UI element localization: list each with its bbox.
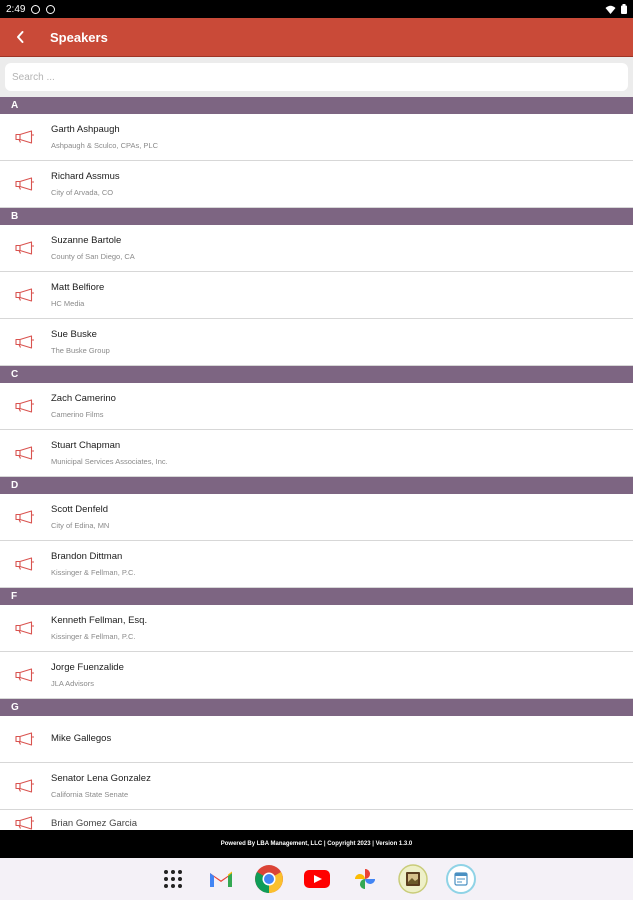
- speaker-name: Zach Camerino: [51, 392, 116, 404]
- chrome-app[interactable]: [253, 863, 285, 895]
- speaker-organization: California State Senate: [51, 789, 129, 799]
- speaker-name: Mike Gallegos: [51, 733, 112, 744]
- status-time: 2:49: [6, 3, 26, 15]
- speaker-list[interactable]: A Garth Ashpaugh Ashpaugh & Sculco, CPAs…: [0, 97, 633, 830]
- speaker-list-item[interactable]: Kenneth Fellman, Esq. Kissinger & Fellma…: [0, 605, 633, 652]
- megaphone-icon: [0, 399, 51, 413]
- speaker-name: Brandon Dittman: [51, 550, 123, 562]
- speaker-list-item[interactable]: Richard Assmus City of Arvada, CO: [0, 161, 633, 208]
- speaker-organization: Kissinger & Fellman, P.C.: [51, 631, 136, 641]
- back-button[interactable]: [0, 18, 40, 57]
- speaker-name: Garth Ashpaugh: [51, 123, 120, 135]
- battery-icon: [621, 4, 627, 14]
- gmail-icon: [209, 871, 232, 887]
- calendar-icon: [445, 864, 476, 894]
- section-header: G: [0, 699, 633, 716]
- app-drawer-button[interactable]: [157, 863, 189, 895]
- speaker-name: Brian Gomez Garcia: [51, 818, 138, 829]
- speaker-organization: Camerino Films: [51, 409, 104, 419]
- megaphone-icon: [0, 130, 51, 144]
- speaker-name: Matt Belfiore: [51, 281, 105, 293]
- speaker-name: Sue Buske: [51, 328, 97, 340]
- speaker-list-item[interactable]: Brandon Dittman Kissinger & Fellman, P.C…: [0, 541, 633, 588]
- speaker-name: Kenneth Fellman, Esq.: [51, 614, 148, 626]
- speaker-list-item[interactable]: Senator Lena Gonzalez California State S…: [0, 763, 633, 810]
- search-input[interactable]: [5, 63, 628, 91]
- photos-app[interactable]: [349, 863, 381, 895]
- speaker-list-item[interactable]: Garth Ashpaugh Ashpaugh & Sculco, CPAs, …: [0, 114, 633, 161]
- chrome-icon: [254, 865, 283, 893]
- section-header: C: [0, 366, 633, 383]
- speaker-list-item[interactable]: Scott Denfeld City of Edina, MN: [0, 494, 633, 541]
- speaker-name: Richard Assmus: [51, 170, 120, 182]
- gallery-app[interactable]: [397, 863, 429, 895]
- megaphone-icon: [0, 668, 51, 682]
- do-not-disturb-icon: [31, 4, 41, 14]
- section-header: B: [0, 208, 633, 225]
- megaphone-icon: [0, 816, 51, 830]
- megaphone-icon: [0, 510, 51, 524]
- page-title: Speakers: [50, 29, 108, 45]
- speaker-organization: County of San Diego, CA: [51, 251, 135, 261]
- megaphone-icon: [0, 446, 51, 460]
- speaker-organization: Ashpaugh & Sculco, CPAs, PLC: [51, 140, 158, 150]
- megaphone-icon: [0, 557, 51, 571]
- megaphone-icon: [0, 177, 51, 191]
- section-header: A: [0, 97, 633, 114]
- megaphone-icon: [0, 732, 51, 746]
- megaphone-icon: [0, 779, 51, 793]
- speaker-list-item[interactable]: Sue Buske The Buske Group: [0, 319, 633, 366]
- speaker-list-item[interactable]: Stuart Chapman Municipal Services Associ…: [0, 430, 633, 477]
- sync-icon: [46, 4, 56, 14]
- speaker-organization: JLA Advisors: [51, 678, 94, 688]
- grid-icon: [163, 870, 182, 888]
- speaker-name: Scott Denfeld: [51, 503, 109, 515]
- youtube-icon: [303, 870, 330, 888]
- megaphone-icon: [0, 335, 51, 349]
- speaker-name: Stuart Chapman: [51, 439, 121, 451]
- youtube-app[interactable]: [301, 863, 333, 895]
- speaker-list-item[interactable]: Zach Camerino Camerino Films: [0, 383, 633, 430]
- footer-credit: Powered By LBA Management, LLC | Copyrig…: [0, 830, 633, 858]
- gmail-app[interactable]: [205, 863, 237, 895]
- speaker-organization: Municipal Services Associates, Inc.: [51, 456, 168, 466]
- speaker-list-item[interactable]: Brian Gomez Garcia: [0, 810, 633, 830]
- section-header: F: [0, 588, 633, 605]
- wifi-icon: [605, 5, 616, 14]
- picture-frame-icon: [397, 864, 428, 894]
- status-bar: 2:49: [0, 0, 633, 18]
- speaker-list-item[interactable]: Matt Belfiore HC Media: [0, 272, 633, 319]
- speaker-list-item[interactable]: Suzanne Bartole County of San Diego, CA: [0, 225, 633, 272]
- megaphone-icon: [0, 621, 51, 635]
- speaker-name: Jorge Fuenzalide: [51, 661, 124, 673]
- chevron-left-icon: [17, 31, 24, 43]
- app-dock: [0, 858, 633, 900]
- app-bar: Speakers: [0, 18, 633, 57]
- section-header: D: [0, 477, 633, 494]
- speaker-list-item[interactable]: Mike Gallegos: [0, 716, 633, 763]
- speaker-organization: City of Edina, MN: [51, 520, 110, 530]
- speaker-list-item[interactable]: Jorge Fuenzalide JLA Advisors: [0, 652, 633, 699]
- speaker-organization: City of Arvada, CO: [51, 187, 114, 197]
- megaphone-icon: [0, 288, 51, 302]
- megaphone-icon: [0, 241, 51, 255]
- calendar-app[interactable]: [445, 863, 477, 895]
- pinwheel-icon: [354, 869, 375, 889]
- speaker-organization: HC Media: [51, 298, 85, 308]
- speaker-name: Suzanne Bartole: [51, 234, 122, 246]
- speaker-name: Senator Lena Gonzalez: [51, 772, 151, 784]
- search-bar: [0, 57, 633, 97]
- speaker-organization: Kissinger & Fellman, P.C.: [51, 567, 136, 577]
- speaker-organization: The Buske Group: [51, 345, 110, 355]
